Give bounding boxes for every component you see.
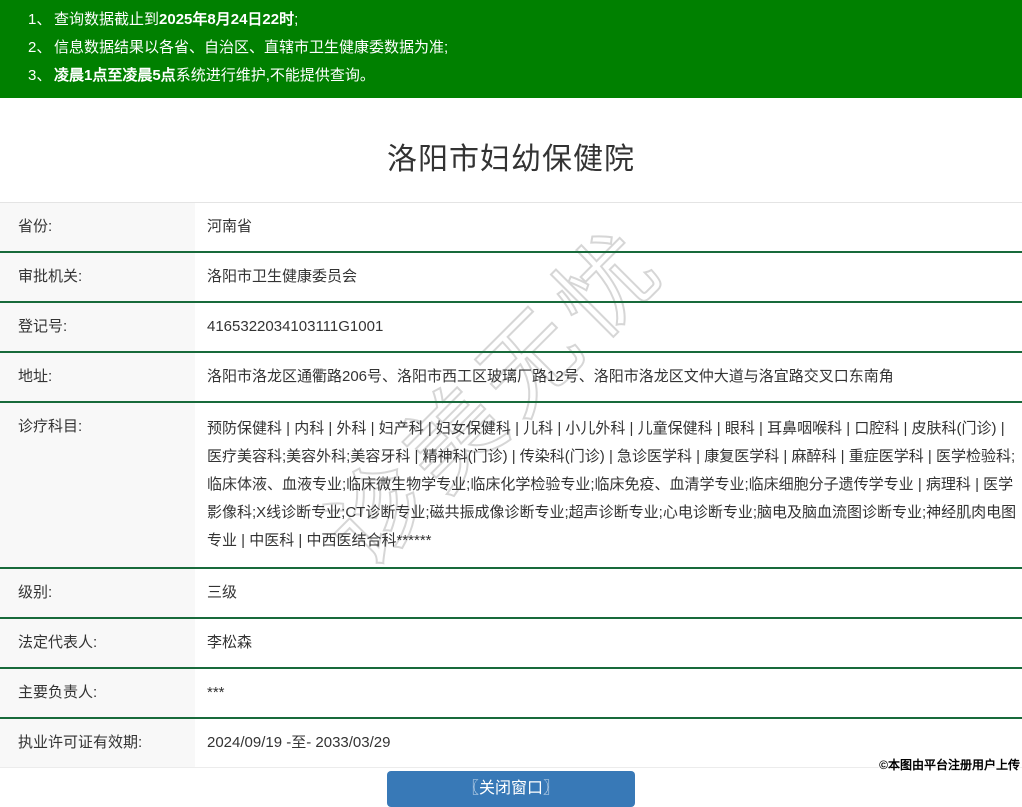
- row-value: ***: [207, 684, 225, 701]
- table-row-approval-authority: 审批机关: 洛阳市卫生健康委员会: [0, 253, 1022, 303]
- row-label: 诊疗科目:: [0, 403, 195, 567]
- notice-line-1: 1、 查询数据截止到2025年8月24日22时;: [28, 6, 1012, 34]
- close-window-button[interactable]: 〖关闭窗口〗: [387, 771, 635, 807]
- notice-text: 信息数据结果以各省、自治区、直辖市卫生健康委数据为准;: [54, 39, 449, 56]
- row-label: 执业许可证有效期:: [0, 719, 195, 767]
- table-row-license-validity: 执业许可证有效期: 2024/09/19 -至- 2033/03/29: [0, 719, 1022, 768]
- row-label: 省份:: [0, 203, 195, 251]
- notice-line-3: 3、 凌晨1点至凌晨5点系统进行维护,不能提供查询。: [28, 62, 1012, 90]
- copyright-stamp: ©本图由平台注册用户上传: [879, 758, 1020, 772]
- row-label: 审批机关:: [0, 253, 195, 301]
- table-row-address: 地址: 洛阳市洛龙区通衢路206号、洛阳市西工区玻璃厂路12号、洛阳市洛龙区文仲…: [0, 353, 1022, 403]
- button-row: 〖关闭窗口〗: [0, 771, 1022, 807]
- row-value: 三级: [207, 584, 238, 601]
- table-row-level: 级别: 三级: [0, 569, 1022, 619]
- hospital-info-table: 省份: 河南省 审批机关: 洛阳市卫生健康委员会 登记号: 4165322034…: [0, 202, 1022, 768]
- table-row-medical-departments: 诊疗科目: 预防保健科 | 内科 | 外科 | 妇产科 | 妇女保健科 | 儿科…: [0, 403, 1022, 569]
- notice-banner: 1、 查询数据截止到2025年8月24日22时; 2、 信息数据结果以各省、自治区、…: [0, 0, 1022, 98]
- notice-text-bold: 凌晨1点至凌晨5点: [54, 67, 176, 84]
- row-value: 李松森: [207, 634, 253, 651]
- page-title: 洛阳市妇幼保健院: [387, 143, 635, 176]
- row-label: 登记号:: [0, 303, 195, 351]
- notice-number: 1、: [28, 11, 52, 28]
- row-value: 洛阳市洛龙区通衢路206号、洛阳市西工区玻璃厂路12号、洛阳市洛龙区文仲大道与洛…: [207, 368, 894, 385]
- row-label: 地址:: [0, 353, 195, 401]
- row-value: 4165322034103111G1001: [207, 318, 384, 335]
- notice-number: 3、: [28, 67, 52, 84]
- table-row-legal-representative: 法定代表人: 李松森: [0, 619, 1022, 669]
- notice-number: 2、: [28, 39, 52, 56]
- notice-text-bold: 2025年8月24日22时: [159, 11, 295, 28]
- row-label: 级别:: [0, 569, 195, 617]
- notice-text: ;: [294, 11, 299, 28]
- table-row-registration-number: 登记号: 4165322034103111G1001: [0, 303, 1022, 353]
- row-value: 洛阳市卫生健康委员会: [207, 268, 358, 285]
- notice-line-2: 2、 信息数据结果以各省、自治区、直辖市卫生健康委数据为准;: [28, 34, 1012, 62]
- notice-text: 查询数据截止到: [54, 11, 160, 28]
- row-value: 河南省: [207, 218, 253, 235]
- table-row-province: 省份: 河南省: [0, 203, 1022, 253]
- row-value: 预防保健科 | 内科 | 外科 | 妇产科 | 妇女保健科 | 儿科 | 小儿外…: [207, 420, 1017, 549]
- row-label: 主要负责人:: [0, 669, 195, 717]
- notice-text: 系统进行维护,不能提供查询。: [175, 67, 375, 84]
- table-row-principal: 主要负责人: ***: [0, 669, 1022, 719]
- row-label: 法定代表人:: [0, 619, 195, 667]
